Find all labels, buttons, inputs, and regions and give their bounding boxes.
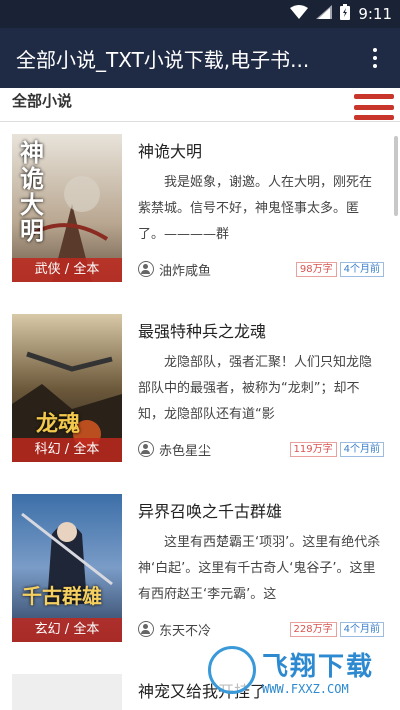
clock-time: 9:11 — [358, 5, 392, 23]
category-badge: 武侠 / 全本 — [12, 258, 122, 282]
status-bar: 9:11 — [0, 0, 400, 28]
book-list-item[interactable]: 千古群雄 玄幻 / 全本 异界召唤之千古群雄 这里有西楚霸王‘项羽’。这里有绝代… — [0, 482, 400, 662]
category-badge: 科幻 / 全本 — [12, 438, 122, 462]
word-count-badge: 119万字 — [289, 442, 337, 457]
section-header: 全部小说 — [0, 88, 400, 122]
wifi-icon — [290, 5, 309, 23]
watermark-text: 飞翔下载 — [262, 652, 375, 682]
section-title: 全部小说 — [12, 92, 73, 110]
logo-icon — [208, 646, 256, 694]
signal-icon — [316, 5, 333, 23]
book-list-item[interactable]: 龙魂 科幻 / 全本 最强特种兵之龙魂 龙隐部队，强者汇聚！人们只知龙隐部队中的… — [0, 302, 400, 482]
category-badge: 玄幻 / 全本 — [12, 618, 122, 642]
book-author: 东天不冷 — [159, 624, 212, 639]
book-author: 油炸咸鱼 — [159, 264, 212, 279]
user-icon — [138, 621, 154, 637]
updated-badge: 4个月前 — [339, 262, 384, 277]
book-intro: 龙隐部队，强者汇聚！人们只知龙隐部队中的最强者，被称为“龙刺”；却不知，龙隐部队… — [138, 355, 373, 422]
book-list-item[interactable]: 神诡大明 武侠 / 全本 神诡大明 我是姬象，谢邀。人在大明，刚死在紫禁城。信号… — [0, 122, 400, 302]
app-bar: 全部小说_TXT小说下载,电子书... — [0, 28, 400, 88]
book-meta: 东天不冷 228万字 4个月前 — [138, 620, 384, 640]
book-title[interactable]: 异界召唤之千古群雄 — [138, 498, 282, 522]
book-title[interactable]: 最强特种兵之龙魂 — [138, 318, 266, 342]
app-bar-title: 全部小说_TXT小说下载,电子书... — [16, 48, 310, 72]
updated-badge: 4个月前 — [339, 442, 384, 457]
watermark-logo: 飞翔下载 WWW.FXXZ.COM — [208, 644, 394, 704]
cover-title: 神诡大明 — [20, 138, 44, 245]
user-icon — [138, 441, 154, 457]
book-cover[interactable]: 龙魂 科幻 / 全本 — [12, 314, 122, 462]
book-cover[interactable]: 千古群雄 玄幻 / 全本 — [12, 494, 122, 642]
book-meta: 油炸咸鱼 98万字 4个月前 — [138, 260, 384, 280]
cover-title: 千古群雄 — [22, 584, 102, 608]
word-count-badge: 228万字 — [289, 622, 337, 637]
cover-image — [12, 674, 122, 710]
book-cover[interactable]: 神诡大明 武侠 / 全本 — [12, 134, 122, 282]
battery-icon — [340, 4, 351, 24]
more-vert-icon[interactable] — [360, 42, 390, 74]
book-intro: 这里有西楚霸王‘项羽’。这里有绝代杀神‘白起’。这里有千古奇人‘鬼谷子’。这里有… — [138, 535, 381, 602]
book-intro: 我是姬象，谢邀。人在大明，刚死在紫禁城。信号不好，神鬼怪事太多。匿了。————群 — [138, 175, 373, 242]
book-meta: 赤色星尘 119万字 4个月前 — [138, 440, 384, 460]
updated-badge: 4个月前 — [339, 622, 384, 637]
word-count-badge: 98万字 — [295, 262, 337, 277]
watermark-url: WWW.FXXZ.COM — [262, 682, 349, 696]
cover-title: 龙魂 — [36, 412, 81, 437]
book-cover[interactable] — [12, 674, 122, 710]
book-author: 赤色星尘 — [159, 444, 212, 459]
hamburger-menu-icon[interactable] — [354, 94, 394, 120]
user-icon — [138, 261, 154, 277]
book-title[interactable]: 神诡大明 — [138, 138, 202, 162]
